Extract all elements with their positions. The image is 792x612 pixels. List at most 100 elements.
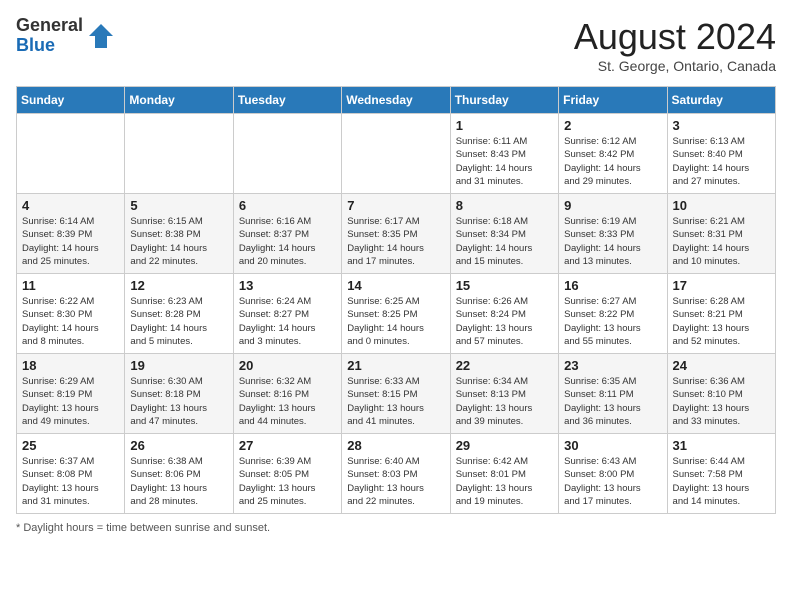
calendar-cell (125, 114, 233, 194)
calendar-cell: 6 Sunrise: 6:16 AM Sunset: 8:37 PM Daylig… (233, 194, 341, 274)
calendar-cell: 13 Sunrise: 6:24 AM Sunset: 8:27 PM Dayli… (233, 274, 341, 354)
cell-info: Sunrise: 6:21 AM Sunset: 8:31 PM Dayligh… (673, 215, 770, 268)
cell-info: Sunrise: 6:43 AM Sunset: 8:00 PM Dayligh… (564, 455, 661, 508)
day-number: 12 (130, 278, 227, 293)
day-number: 30 (564, 438, 661, 453)
cell-info: Sunrise: 6:42 AM Sunset: 8:01 PM Dayligh… (456, 455, 553, 508)
week-row-5: 25 Sunrise: 6:37 AM Sunset: 8:08 PM Dayli… (17, 434, 776, 514)
calendar-table: SundayMondayTuesdayWednesdayThursdayFrid… (16, 86, 776, 514)
cell-info: Sunrise: 6:14 AM Sunset: 8:39 PM Dayligh… (22, 215, 119, 268)
cell-info: Sunrise: 6:15 AM Sunset: 8:38 PM Dayligh… (130, 215, 227, 268)
cell-info: Sunrise: 6:44 AM Sunset: 7:58 PM Dayligh… (673, 455, 770, 508)
calendar-cell: 17Sunrise: 6:28 AM Sunset: 8:21 PM Dayli… (667, 274, 775, 354)
cell-info: Sunrise: 6:18 AM Sunset: 8:34 PM Dayligh… (456, 215, 553, 268)
calendar-cell: 30 Sunrise: 6:43 AM Sunset: 8:00 PM Dayli… (559, 434, 667, 514)
calendar-cell: 22 Sunrise: 6:34 AM Sunset: 8:13 PM Dayli… (450, 354, 558, 434)
day-number: 23 (564, 358, 661, 373)
logo-icon (87, 22, 115, 50)
calendar-cell: 10 Sunrise: 6:21 AM Sunset: 8:31 PM Dayli… (667, 194, 775, 274)
cell-info: Sunrise: 6:12 AM Sunset: 8:42 PM Dayligh… (564, 135, 661, 188)
day-number: 19 (130, 358, 227, 373)
title-area: August 2024 St. George, Ontario, Canada (574, 16, 776, 74)
calendar-cell: 9 Sunrise: 6:19 AM Sunset: 8:33 PM Daylig… (559, 194, 667, 274)
day-number: 4 (22, 198, 119, 213)
day-header-wednesday: Wednesday (342, 87, 450, 114)
calendar-cell: 15 Sunrise: 6:26 AM Sunset: 8:24 PM Dayli… (450, 274, 558, 354)
day-number: 13 (239, 278, 336, 293)
week-row-3: 11Sunrise: 6:22 AM Sunset: 8:30 PM Dayli… (17, 274, 776, 354)
logo-general-text: General (16, 15, 83, 35)
logo: General Blue (16, 16, 115, 56)
cell-info: Sunrise: 6:26 AM Sunset: 8:24 PM Dayligh… (456, 295, 553, 348)
calendar-cell: 23 Sunrise: 6:35 AM Sunset: 8:11 PM Dayli… (559, 354, 667, 434)
day-header-monday: Monday (125, 87, 233, 114)
day-number: 26 (130, 438, 227, 453)
cell-info: Sunrise: 6:37 AM Sunset: 8:08 PM Dayligh… (22, 455, 119, 508)
day-header-friday: Friday (559, 87, 667, 114)
location: St. George, Ontario, Canada (574, 58, 776, 74)
calendar-cell: 2 Sunrise: 6:12 AM Sunset: 8:42 PM Daylig… (559, 114, 667, 194)
cell-info: Sunrise: 6:34 AM Sunset: 8:13 PM Dayligh… (456, 375, 553, 428)
cell-info: Sunrise: 6:25 AM Sunset: 8:25 PM Dayligh… (347, 295, 444, 348)
calendar-cell: 11Sunrise: 6:22 AM Sunset: 8:30 PM Dayli… (17, 274, 125, 354)
cell-info: Sunrise: 6:33 AM Sunset: 8:15 PM Dayligh… (347, 375, 444, 428)
cell-info: Sunrise: 6:11 AM Sunset: 8:43 PM Dayligh… (456, 135, 553, 188)
calendar-cell: 12 Sunrise: 6:23 AM Sunset: 8:28 PM Dayli… (125, 274, 233, 354)
day-number: 20 (239, 358, 336, 373)
cell-info: Sunrise: 6:36 AM Sunset: 8:10 PM Dayligh… (673, 375, 770, 428)
day-number: 5 (130, 198, 227, 213)
day-header-thursday: Thursday (450, 87, 558, 114)
day-number: 25 (22, 438, 119, 453)
header-row: SundayMondayTuesdayWednesdayThursdayFrid… (17, 87, 776, 114)
calendar-cell: 28Sunrise: 6:40 AM Sunset: 8:03 PM Dayli… (342, 434, 450, 514)
cell-info: Sunrise: 6:29 AM Sunset: 8:19 PM Dayligh… (22, 375, 119, 428)
day-number: 1 (456, 118, 553, 133)
calendar-cell: 27Sunrise: 6:39 AM Sunset: 8:05 PM Dayli… (233, 434, 341, 514)
day-number: 14 (347, 278, 444, 293)
footer-note: * Daylight hours = time between sunrise … (16, 522, 776, 534)
cell-info: Sunrise: 6:19 AM Sunset: 8:33 PM Dayligh… (564, 215, 661, 268)
calendar-cell: 19 Sunrise: 6:30 AM Sunset: 8:18 PM Dayli… (125, 354, 233, 434)
day-number: 6 (239, 198, 336, 213)
day-number: 7 (347, 198, 444, 213)
day-header-saturday: Saturday (667, 87, 775, 114)
day-header-tuesday: Tuesday (233, 87, 341, 114)
day-number: 29 (456, 438, 553, 453)
calendar-cell: 29 Sunrise: 6:42 AM Sunset: 8:01 PM Dayli… (450, 434, 558, 514)
day-number: 9 (564, 198, 661, 213)
cell-info: Sunrise: 6:38 AM Sunset: 8:06 PM Dayligh… (130, 455, 227, 508)
calendar-cell: 20Sunrise: 6:32 AM Sunset: 8:16 PM Dayli… (233, 354, 341, 434)
calendar-cell: 8 Sunrise: 6:18 AM Sunset: 8:34 PM Daylig… (450, 194, 558, 274)
day-number: 10 (673, 198, 770, 213)
cell-info: Sunrise: 6:35 AM Sunset: 8:11 PM Dayligh… (564, 375, 661, 428)
cell-info: Sunrise: 6:39 AM Sunset: 8:05 PM Dayligh… (239, 455, 336, 508)
day-number: 3 (673, 118, 770, 133)
cell-info: Sunrise: 6:30 AM Sunset: 8:18 PM Dayligh… (130, 375, 227, 428)
day-number: 16 (564, 278, 661, 293)
cell-info: Sunrise: 6:13 AM Sunset: 8:40 PM Dayligh… (673, 135, 770, 188)
cell-info: Sunrise: 6:24 AM Sunset: 8:27 PM Dayligh… (239, 295, 336, 348)
day-number: 8 (456, 198, 553, 213)
day-number: 28 (347, 438, 444, 453)
week-row-4: 18 Sunrise: 6:29 AM Sunset: 8:19 PM Dayli… (17, 354, 776, 434)
day-number: 31 (673, 438, 770, 453)
calendar-cell: 4 Sunrise: 6:14 AM Sunset: 8:39 PM Daylig… (17, 194, 125, 274)
week-row-2: 4 Sunrise: 6:14 AM Sunset: 8:39 PM Daylig… (17, 194, 776, 274)
cell-info: Sunrise: 6:27 AM Sunset: 8:22 PM Dayligh… (564, 295, 661, 348)
day-header-sunday: Sunday (17, 87, 125, 114)
calendar-cell: 16 Sunrise: 6:27 AM Sunset: 8:22 PM Dayli… (559, 274, 667, 354)
header: General Blue August 2024 St. George, Ont… (16, 16, 776, 74)
cell-info: Sunrise: 6:16 AM Sunset: 8:37 PM Dayligh… (239, 215, 336, 268)
day-number: 2 (564, 118, 661, 133)
cell-info: Sunrise: 6:23 AM Sunset: 8:28 PM Dayligh… (130, 295, 227, 348)
day-number: 22 (456, 358, 553, 373)
calendar-cell: 1 Sunrise: 6:11 AM Sunset: 8:43 PM Daylig… (450, 114, 558, 194)
calendar-cell: 18 Sunrise: 6:29 AM Sunset: 8:19 PM Dayli… (17, 354, 125, 434)
day-number: 18 (22, 358, 119, 373)
calendar-cell: 5 Sunrise: 6:15 AM Sunset: 8:38 PM Daylig… (125, 194, 233, 274)
day-number: 15 (456, 278, 553, 293)
calendar-cell: 21Sunrise: 6:33 AM Sunset: 8:15 PM Dayli… (342, 354, 450, 434)
calendar-cell (17, 114, 125, 194)
calendar-cell: 14 Sunrise: 6:25 AM Sunset: 8:25 PM Dayli… (342, 274, 450, 354)
day-number: 17 (673, 278, 770, 293)
